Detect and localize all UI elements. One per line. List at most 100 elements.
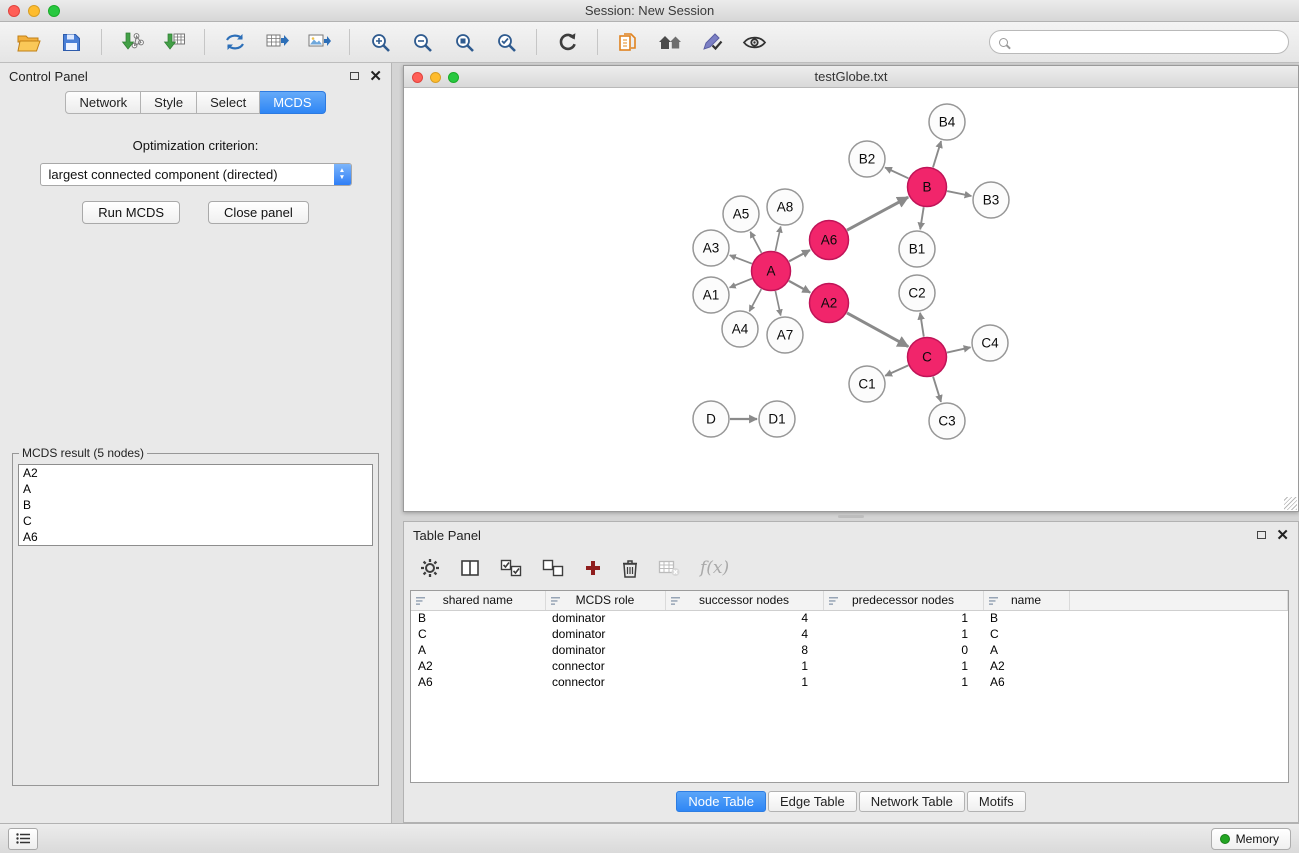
network-graph[interactable]: B4B2BB3A5A8A6A3B1AC2A1A2A4A7C4CC1C3DD1	[404, 88, 1297, 511]
zoom-fit-button[interactable]	[446, 26, 482, 58]
zoom-network-window-button[interactable]	[448, 72, 459, 83]
graph-node-D[interactable]: D	[693, 401, 729, 437]
graph-edge-A-A8[interactable]	[775, 227, 780, 252]
sort-icon[interactable]	[416, 595, 427, 609]
graph-node-B4[interactable]: B4	[929, 104, 965, 140]
graph-node-A7[interactable]: A7	[767, 317, 803, 353]
table-settings-button[interactable]	[420, 558, 440, 578]
column-header[interactable]: shared name	[411, 591, 545, 610]
new-network-button[interactable]	[217, 26, 253, 58]
import-table-button[interactable]	[156, 26, 192, 58]
export-table-button[interactable]	[259, 26, 295, 58]
sort-icon[interactable]	[551, 595, 562, 609]
minimize-network-window-button[interactable]	[430, 72, 441, 83]
search-input[interactable]	[1015, 35, 1279, 49]
network-canvas[interactable]: B4B2BB3A5A8A6A3B1AC2A1A2A4A7C4CC1C3DD1	[404, 88, 1298, 511]
table-row[interactable]: A2connector11A2	[411, 658, 1288, 674]
graph-edge-B-B3[interactable]	[947, 191, 971, 196]
graph-edge-C-C1[interactable]	[885, 365, 908, 375]
sort-icon[interactable]	[989, 595, 1000, 609]
graph-node-A1[interactable]: A1	[693, 277, 729, 313]
show-hide-button[interactable]	[736, 26, 772, 58]
graph-edge-C-C3[interactable]	[933, 377, 941, 402]
column-header[interactable]: successor nodes	[665, 591, 823, 610]
column-header[interactable]: predecessor nodes	[823, 591, 983, 610]
column-visibility-button[interactable]	[460, 559, 480, 577]
table-row[interactable]: Adominator80A	[411, 642, 1288, 658]
export-image-button[interactable]	[301, 26, 337, 58]
graph-edge-A-A2[interactable]	[789, 281, 810, 293]
refresh-button[interactable]	[549, 26, 585, 58]
close-network-window-button[interactable]	[412, 72, 423, 83]
zoom-window-button[interactable]	[48, 5, 60, 17]
run-mcds-button[interactable]: Run MCDS	[82, 201, 180, 224]
graph-edge-A-A5[interactable]	[750, 232, 761, 253]
column-header[interactable]: MCDS role	[545, 591, 665, 610]
graph-node-A3[interactable]: A3	[693, 230, 729, 266]
task-history-button[interactable]	[8, 828, 38, 850]
table-row[interactable]: Cdominator41C	[411, 626, 1288, 642]
import-network-button[interactable]	[114, 26, 150, 58]
add-row-button[interactable]	[584, 559, 602, 577]
graph-node-C1[interactable]: C1	[849, 366, 885, 402]
tab-mcds[interactable]: MCDS	[260, 91, 325, 114]
save-session-button[interactable]	[53, 26, 89, 58]
result-item[interactable]: C	[19, 513, 372, 529]
search-box[interactable]	[989, 30, 1289, 54]
graph-node-C2[interactable]: C2	[899, 275, 935, 311]
close-window-button[interactable]	[8, 5, 20, 17]
graph-node-A4[interactable]: A4	[722, 311, 758, 347]
tab-style[interactable]: Style	[141, 91, 197, 114]
graph-edge-A-A4[interactable]	[749, 289, 761, 311]
tab-motifs[interactable]: Motifs	[967, 791, 1026, 812]
open-session-button[interactable]	[11, 26, 47, 58]
column-header[interactable]: name	[983, 591, 1069, 610]
result-item[interactable]: A6	[19, 529, 372, 545]
close-panel-button[interactable]: ✕	[369, 69, 382, 84]
tab-network[interactable]: Network	[65, 91, 141, 114]
graph-node-A[interactable]: A	[752, 252, 791, 291]
copy-document-button[interactable]	[610, 26, 646, 58]
zoom-in-button[interactable]	[362, 26, 398, 58]
result-item[interactable]: B	[19, 497, 372, 513]
home-button[interactable]	[652, 26, 688, 58]
graph-node-B3[interactable]: B3	[973, 182, 1009, 218]
sort-icon[interactable]	[671, 595, 682, 609]
graph-edge-A-A6[interactable]	[789, 250, 810, 261]
graph-node-C[interactable]: C	[908, 338, 947, 377]
select-all-button[interactable]	[500, 559, 522, 577]
resize-grip[interactable]	[1284, 497, 1297, 510]
graph-edge-B-B2[interactable]	[885, 168, 908, 179]
close-table-panel-button[interactable]: ✕	[1276, 528, 1289, 543]
table-row[interactable]: Bdominator41B	[411, 610, 1288, 626]
graph-node-A5[interactable]: A5	[723, 196, 759, 232]
optimization-dropdown[interactable]: largest connected component (directed) ▲…	[40, 163, 352, 186]
tab-select[interactable]: Select	[197, 91, 260, 114]
graph-node-C3[interactable]: C3	[929, 403, 965, 439]
panel-divider[interactable]	[403, 512, 1299, 521]
graph-edge-C-C2[interactable]	[920, 313, 924, 337]
minimize-window-button[interactable]	[28, 5, 40, 17]
graph-edge-A6-B[interactable]	[847, 197, 908, 230]
graph-node-B1[interactable]: B1	[899, 231, 935, 267]
graph-edge-A-A1[interactable]	[730, 279, 752, 288]
graph-edge-A2-C[interactable]	[847, 313, 908, 347]
style-apply-button[interactable]	[694, 26, 730, 58]
zoom-out-button[interactable]	[404, 26, 440, 58]
graph-node-A6[interactable]: A6	[810, 221, 849, 260]
result-item[interactable]: A2	[19, 465, 372, 481]
delete-row-button[interactable]	[622, 559, 638, 578]
result-item[interactable]: A	[19, 481, 372, 497]
graph-edge-B-B4[interactable]	[933, 141, 941, 167]
graph-edge-A-A7[interactable]	[775, 291, 780, 316]
graph-node-B2[interactable]: B2	[849, 141, 885, 177]
float-panel-button[interactable]	[350, 72, 359, 80]
table-row[interactable]: A6connector11A6	[411, 674, 1288, 690]
graph-node-D1[interactable]: D1	[759, 401, 795, 437]
graph-node-C4[interactable]: C4	[972, 325, 1008, 361]
mcds-result-list[interactable]: A2ABCA6	[18, 464, 373, 546]
graph-node-A8[interactable]: A8	[767, 189, 803, 225]
tab-edge-table[interactable]: Edge Table	[768, 791, 857, 812]
graph-node-B[interactable]: B	[908, 168, 947, 207]
zoom-selected-button[interactable]	[488, 26, 524, 58]
